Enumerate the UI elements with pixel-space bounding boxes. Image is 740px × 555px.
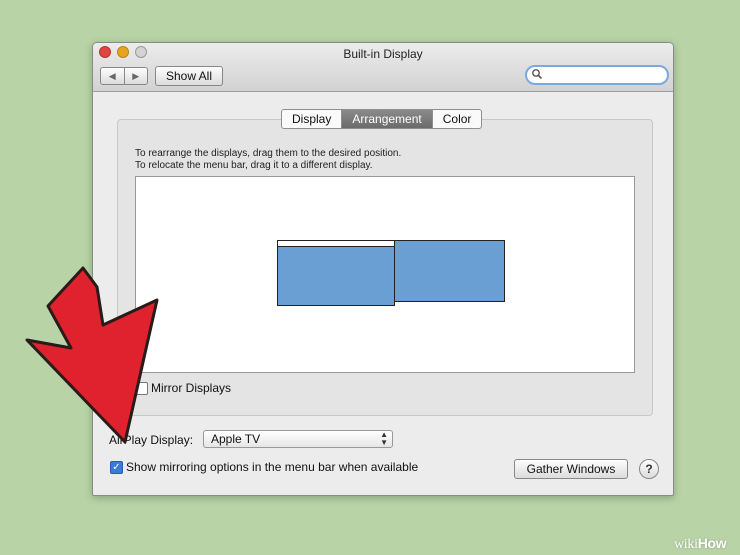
gather-windows-button[interactable]: Gather Windows bbox=[514, 459, 628, 479]
show-mirroring-label: Show mirroring options in the menu bar w… bbox=[126, 460, 419, 474]
airplay-selected-value: Apple TV bbox=[211, 432, 261, 446]
tab-bar: Display Arrangement Color bbox=[281, 109, 483, 129]
display-arrangement-area bbox=[135, 176, 635, 373]
show-mirroring-checkbox[interactable]: ✓ bbox=[110, 460, 123, 474]
show-all-button[interactable]: Show All bbox=[155, 66, 223, 86]
show-mirroring-row[interactable]: ✓ Show mirroring options in the menu bar… bbox=[110, 460, 418, 474]
wikihow-watermark: wikiHow bbox=[674, 535, 727, 553]
window-title: Built-in Display bbox=[343, 47, 423, 61]
airplay-display-select[interactable]: Apple TV ▲ ▼ bbox=[203, 430, 393, 448]
display-secondary[interactable] bbox=[394, 240, 505, 302]
mirror-displays-row[interactable]: Mirror Displays bbox=[135, 381, 231, 395]
select-stepper-icon: ▲ ▼ bbox=[380, 430, 388, 447]
watermark-brand: How bbox=[697, 535, 727, 551]
tab-color[interactable]: Color bbox=[431, 110, 482, 128]
back-button[interactable]: ◀ bbox=[101, 68, 124, 84]
back-forward-group: ◀ ▶ bbox=[100, 67, 148, 85]
instruction-text-line1: To rearrange the displays, drag them to … bbox=[135, 148, 402, 159]
forward-button[interactable]: ▶ bbox=[123, 68, 148, 84]
airplay-display-label: AirPlay Display: bbox=[109, 433, 194, 447]
mirror-displays-checkbox[interactable] bbox=[135, 381, 148, 395]
tab-display[interactable]: Display bbox=[282, 110, 341, 128]
help-button[interactable]: ? bbox=[639, 459, 659, 479]
mirror-displays-label: Mirror Displays bbox=[151, 381, 232, 395]
display-primary[interactable] bbox=[277, 240, 395, 306]
system-preferences-window: Built-in Display ◀ ▶ Show All Display Ar… bbox=[92, 42, 674, 496]
tab-arrangement[interactable]: Arrangement bbox=[341, 110, 432, 128]
watermark-prefix: wiki bbox=[674, 537, 698, 552]
search-field[interactable] bbox=[525, 65, 669, 85]
search-icon bbox=[532, 69, 543, 80]
menu-bar-indicator[interactable] bbox=[278, 241, 394, 247]
instruction-text-line2: To relocate the menu bar, drag it to a d… bbox=[135, 160, 373, 171]
arrangement-panel: To rearrange the displays, drag them to … bbox=[117, 119, 653, 416]
titlebar: Built-in Display ◀ ▶ Show All bbox=[93, 43, 673, 92]
